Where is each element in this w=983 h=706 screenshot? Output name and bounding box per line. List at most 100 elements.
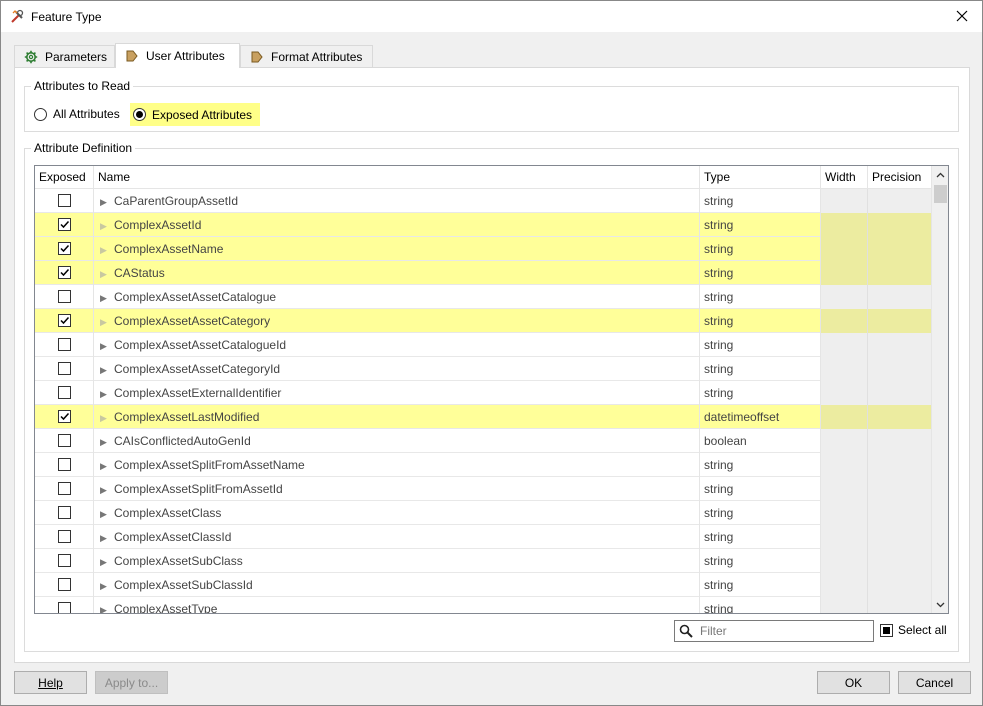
attribute-name: ComplexAssetSplitFromAssetName xyxy=(114,458,305,472)
table-row[interactable]: ▶ CAStatus string xyxy=(35,261,932,285)
exposed-checkbox[interactable] xyxy=(58,314,71,327)
table-row[interactable]: ▶ ComplexAssetSubClass string xyxy=(35,549,932,573)
table-row[interactable]: ▶ ComplexAssetSplitFromAssetName string xyxy=(35,453,932,477)
expand-arrow-icon[interactable]: ▶ xyxy=(100,238,108,261)
expand-arrow-icon[interactable]: ▶ xyxy=(100,406,108,429)
expand-arrow-icon[interactable]: ▶ xyxy=(100,358,108,381)
attribute-name: ComplexAssetId xyxy=(114,218,202,232)
exposed-checkbox[interactable] xyxy=(58,602,71,613)
expand-arrow-icon[interactable]: ▶ xyxy=(100,574,108,597)
expand-arrow-icon[interactable]: ▶ xyxy=(100,478,108,501)
apply-to-button[interactable]: Apply to... xyxy=(95,671,168,694)
scroll-up-icon[interactable] xyxy=(932,166,948,183)
table-row[interactable]: ▶ ComplexAssetType string xyxy=(35,597,932,613)
filter-box[interactable] xyxy=(674,620,874,642)
select-all-box xyxy=(880,623,893,637)
expand-arrow-icon[interactable]: ▶ xyxy=(100,190,108,213)
exposed-checkbox[interactable] xyxy=(58,434,71,447)
exposed-checkbox[interactable] xyxy=(58,554,71,567)
exposed-cell xyxy=(35,453,94,477)
exposed-checkbox[interactable] xyxy=(58,578,71,591)
exposed-checkbox[interactable] xyxy=(58,482,71,495)
scroll-down-icon[interactable] xyxy=(932,596,948,613)
expand-arrow-icon[interactable]: ▶ xyxy=(100,310,108,333)
width-cell xyxy=(821,261,868,285)
exposed-checkbox[interactable] xyxy=(58,290,71,303)
expand-arrow-icon[interactable]: ▶ xyxy=(100,334,108,357)
precision-cell xyxy=(868,429,932,453)
exposed-checkbox[interactable] xyxy=(58,338,71,351)
attribute-name: ComplexAssetAssetCatalogue xyxy=(114,290,277,304)
scrollbar-thumb[interactable] xyxy=(934,185,947,203)
width-cell xyxy=(821,189,868,213)
expand-arrow-icon[interactable]: ▶ xyxy=(100,526,108,549)
table-row[interactable]: ▶ ComplexAssetClass string xyxy=(35,501,932,525)
tab-label: Parameters xyxy=(45,49,108,64)
expand-arrow-icon[interactable]: ▶ xyxy=(100,262,108,285)
table-row[interactable]: ▶ ComplexAssetAssetCatalogue string xyxy=(35,285,932,309)
help-button[interactable]: Help xyxy=(14,671,87,694)
precision-cell xyxy=(868,573,932,597)
table-row[interactable]: ▶ ComplexAssetExternalIdentifier string xyxy=(35,381,932,405)
type-cell: boolean xyxy=(700,429,821,453)
table-row[interactable]: ▶ ComplexAssetAssetCategoryId string xyxy=(35,357,932,381)
column-header-exposed[interactable]: Exposed xyxy=(35,166,94,189)
table-row[interactable]: ▶ ComplexAssetId string xyxy=(35,213,932,237)
column-header-width[interactable]: Width xyxy=(821,166,868,189)
table-row[interactable]: ▶ ComplexAssetAssetCatalogueId string xyxy=(35,333,932,357)
expand-arrow-icon[interactable]: ▶ xyxy=(100,286,108,309)
exposed-checkbox[interactable] xyxy=(58,410,71,423)
close-icon[interactable] xyxy=(951,5,973,27)
expand-arrow-icon[interactable]: ▶ xyxy=(100,214,108,237)
exposed-checkbox[interactable] xyxy=(58,386,71,399)
attribute-name: ComplexAssetClassId xyxy=(114,530,232,544)
exposed-checkbox[interactable] xyxy=(58,242,71,255)
exposed-checkbox[interactable] xyxy=(58,362,71,375)
column-header-precision[interactable]: Precision xyxy=(868,166,932,189)
column-header-name[interactable]: Name xyxy=(94,166,700,189)
expand-arrow-icon[interactable]: ▶ xyxy=(100,382,108,405)
expand-arrow-icon[interactable]: ▶ xyxy=(100,502,108,525)
search-icon xyxy=(679,624,693,638)
exposed-checkbox[interactable] xyxy=(58,194,71,207)
exposed-attributes-radio[interactable]: Exposed Attributes xyxy=(130,103,261,126)
expand-arrow-icon[interactable]: ▶ xyxy=(100,430,108,453)
precision-cell xyxy=(868,525,932,549)
type-cell: string xyxy=(700,285,821,309)
attribute-name: ComplexAssetAssetCategoryId xyxy=(114,362,281,376)
width-cell xyxy=(821,405,868,429)
ok-button[interactable]: OK xyxy=(817,671,890,694)
attribute-table: Exposed Name Type Width Precision ▶ CaPar… xyxy=(34,165,949,614)
tab-parameters[interactable]: Parameters xyxy=(14,45,115,67)
table-row[interactable]: ▶ ComplexAssetSplitFromAssetId string xyxy=(35,477,932,501)
table-row[interactable]: ▶ ComplexAssetSubClassId string xyxy=(35,573,932,597)
expand-arrow-icon[interactable]: ▶ xyxy=(100,598,108,613)
group-title: Attributes to Read xyxy=(31,79,134,93)
cancel-button[interactable]: Cancel xyxy=(898,671,971,694)
select-all-checkbox[interactable]: Select all xyxy=(880,623,947,637)
precision-cell xyxy=(868,333,932,357)
exposed-checkbox[interactable] xyxy=(58,458,71,471)
table-row[interactable]: ▶ ComplexAssetAssetCategory string xyxy=(35,309,932,333)
name-cell: ▶ ComplexAssetExternalIdentifier xyxy=(94,381,700,405)
table-row[interactable]: ▶ CAIsConflictedAutoGenId boolean xyxy=(35,429,932,453)
vertical-scrollbar[interactable] xyxy=(931,166,948,613)
exposed-checkbox[interactable] xyxy=(58,266,71,279)
exposed-cell xyxy=(35,309,94,333)
exposed-checkbox[interactable] xyxy=(58,218,71,231)
table-row[interactable]: ▶ ComplexAssetLastModified datetimeoffset xyxy=(35,405,932,429)
tab-user-attributes[interactable]: User Attributes xyxy=(115,43,240,68)
table-row[interactable]: ▶ ComplexAssetName string xyxy=(35,237,932,261)
table-row[interactable]: ▶ CaParentGroupAssetId string xyxy=(35,189,932,213)
checkmark-icon xyxy=(60,244,70,253)
expand-arrow-icon[interactable]: ▶ xyxy=(100,550,108,573)
table-row[interactable]: ▶ ComplexAssetClassId string xyxy=(35,525,932,549)
expand-arrow-icon[interactable]: ▶ xyxy=(100,454,108,477)
all-attributes-radio[interactable]: All Attributes xyxy=(34,107,120,121)
column-header-type[interactable]: Type xyxy=(700,166,821,189)
exposed-checkbox[interactable] xyxy=(58,530,71,543)
exposed-checkbox[interactable] xyxy=(58,506,71,519)
filter-input[interactable] xyxy=(698,622,868,640)
name-cell: ▶ ComplexAssetLastModified xyxy=(94,405,700,429)
tab-format-attributes[interactable]: Format Attributes xyxy=(240,45,373,67)
